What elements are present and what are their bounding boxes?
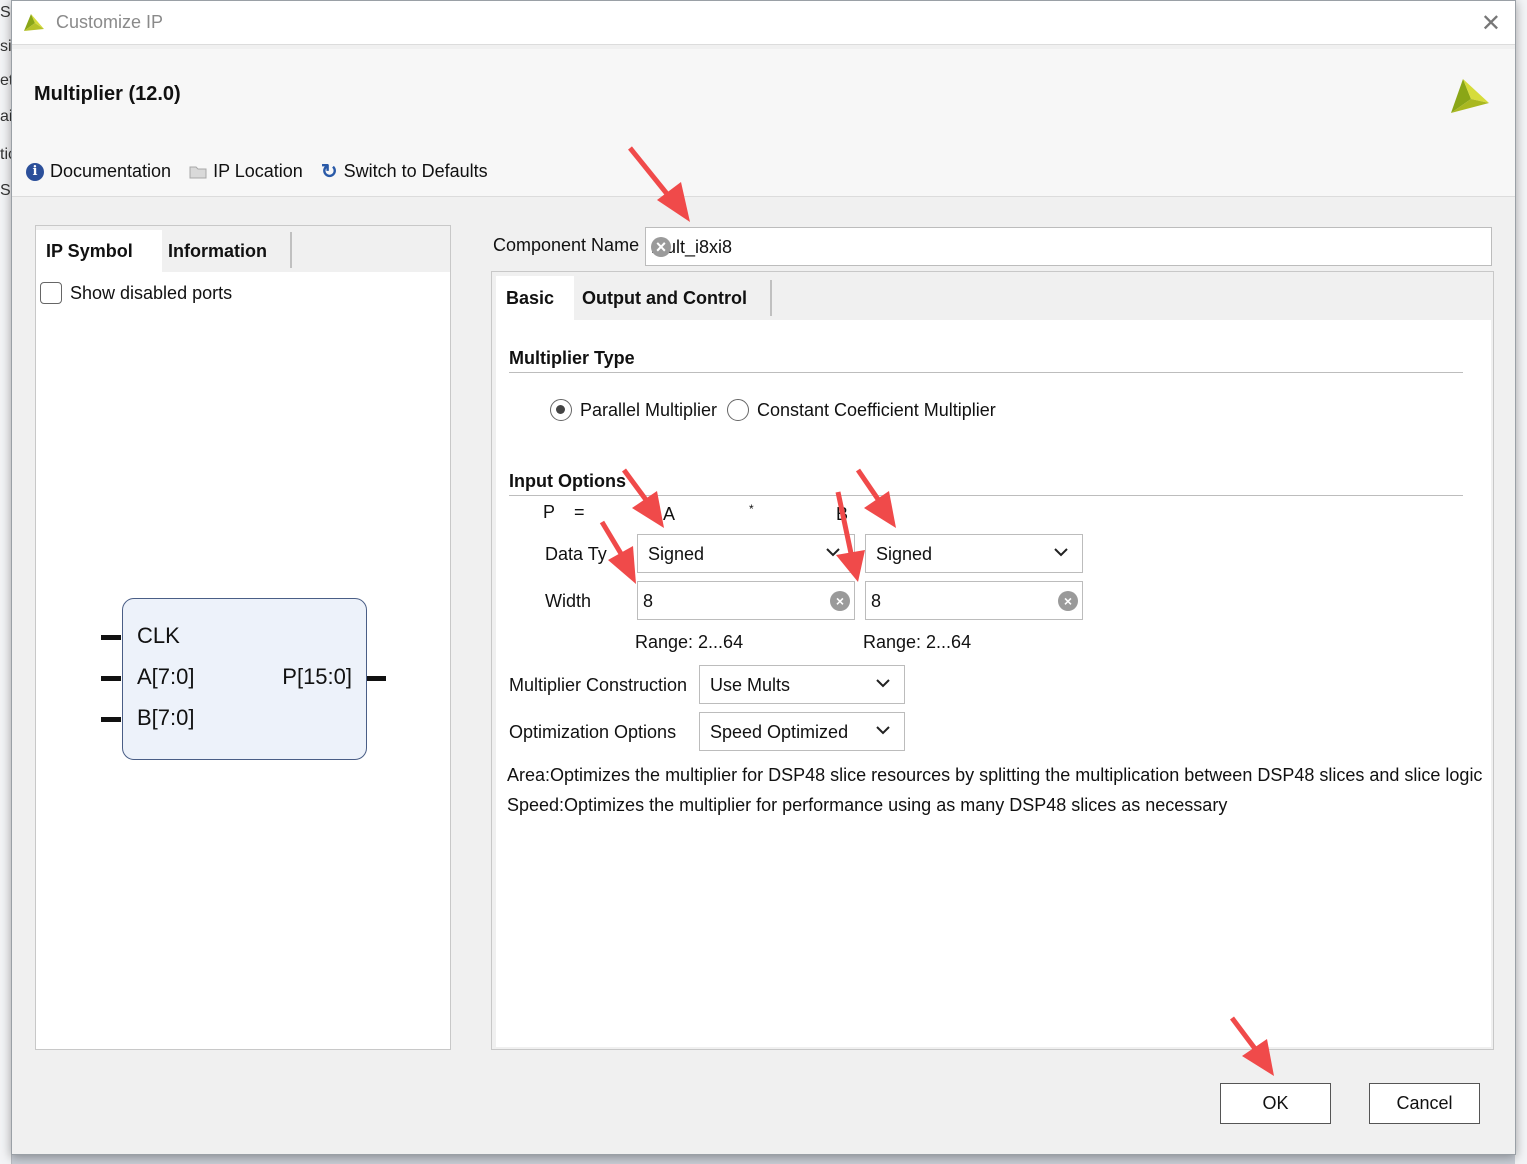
configuration-panel: Basic Output and Control Multiplier Type… [491,271,1494,1050]
b-width-input[interactable]: 8 × [865,581,1083,620]
multiplier-construction-value: Use Mults [710,675,791,695]
a-label: A [663,504,676,524]
port-b: B[7:0] [137,705,195,730]
a-range-label: Range: 2...64 [635,632,744,652]
parallel-multiplier-radio[interactable] [550,399,572,421]
p-label: P [543,502,556,522]
p-pin [366,676,386,681]
port-a: A[7:0] [137,664,195,689]
dialog-header: Multiplier (12.0) i Documentation IP Loc… [12,49,1515,197]
ip-location-label: IP Location [213,161,303,181]
info-icon: i [26,162,44,181]
optimization-options-label: Optimization Options [509,722,677,742]
a-pin [101,676,121,681]
header-toolbar: i Documentation IP Location ↻ Switch to … [26,159,488,184]
component-name-input[interactable]: mult_i8xi8 × [645,227,1492,266]
vivado-logo-icon [24,14,44,31]
show-disabled-ports-checkbox[interactable] [40,282,62,304]
tab-ip-symbol[interactable]: IP Symbol [36,230,162,272]
parallel-multiplier-label: Parallel Multiplier [580,399,718,420]
b-width-value: 8 [871,591,882,611]
title-bar: Customize IP ✕ [12,1,1515,45]
a-data-type-select[interactable]: Signed [637,534,855,573]
constant-coefficient-option[interactable]: Constant Coefficient Multiplier [727,399,996,421]
switch-to-defaults-button[interactable]: ↻ Switch to Defaults [321,159,488,184]
speed-note: Speed:Optimizes the multiplier for perfo… [507,795,1228,815]
tab-output-and-control[interactable]: Output and Control [572,276,768,320]
clear-icon[interactable]: × [1058,591,1078,611]
port-p: P[15:0] [282,664,352,689]
multiplier-construction-select[interactable]: Use Mults [699,665,905,704]
ip-symbol-panel: IP Symbol Information Show disabled port… [35,225,451,1050]
chevron-down-icon [826,548,840,557]
tab-divider [770,280,772,316]
section-divider [509,495,1463,496]
chevron-down-icon [1054,548,1068,557]
optimization-options-select[interactable]: Speed Optimized [699,712,905,751]
a-width-input[interactable]: 8 × [637,581,855,620]
switch-to-defaults-label: Switch to Defaults [343,161,488,181]
ip-heading: Multiplier (12.0) [34,83,181,105]
refresh-icon: ↻ [320,161,338,183]
basic-tab-content: Multiplier Type Parallel Multiplier Cons… [496,320,1491,1047]
constant-coefficient-radio[interactable] [727,399,749,421]
ip-location-button[interactable]: IP Location [189,161,303,182]
ok-button[interactable]: OK [1220,1083,1331,1124]
b-label: B [836,504,849,524]
width-label: Width [545,591,592,611]
b-data-type-select[interactable]: Signed [865,534,1083,573]
multiplier-construction-label: Multiplier Construction [509,675,688,695]
close-icon[interactable]: ✕ [1481,9,1501,38]
customize-ip-dialog: Customize IP ✕ Multiplier (12.0) i Docum… [11,0,1516,1155]
documentation-label: Documentation [50,161,172,181]
tab-basic[interactable]: Basic [496,276,574,320]
window-title: Customize IP [56,12,164,32]
section-divider [509,372,1463,373]
constant-coefficient-label: Constant Coefficient Multiplier [757,399,996,420]
clear-icon[interactable]: × [651,237,671,257]
b-pin [101,717,121,722]
cancel-button[interactable]: Cancel [1369,1083,1480,1124]
chevron-down-icon [876,679,890,688]
multiplier-type-title: Multiplier Type [509,348,635,368]
a-data-type-value: Signed [648,544,705,564]
documentation-button[interactable]: i Documentation [26,161,171,182]
clk-pin [101,635,121,640]
area-note: Area:Optimizes the multiplier for DSP48 … [507,765,1483,785]
times-label: * [749,502,754,516]
input-options-title: Input Options [509,471,626,491]
show-disabled-ports-row[interactable]: Show disabled ports [40,282,232,304]
b-range-label: Range: 2...64 [863,632,972,652]
tab-information[interactable]: Information [158,230,288,272]
parallel-multiplier-option[interactable]: Parallel Multiplier [550,399,717,421]
optimization-options-value: Speed Optimized [710,722,849,742]
tab-divider [290,232,292,268]
xilinx-brand-icon [1451,79,1489,113]
ip-symbol-block: CLK A[7:0] B[7:0] P[15:0] [122,598,367,760]
component-name-label: Component Name [493,235,640,255]
port-clk: CLK [137,623,180,648]
data-type-label: Data Ty [545,544,607,564]
clear-icon[interactable]: × [830,591,850,611]
show-disabled-ports-label: Show disabled ports [70,282,233,303]
a-width-value: 8 [643,591,654,611]
b-data-type-value: Signed [876,544,933,564]
folder-icon [189,166,207,178]
equals-label: = [574,502,585,522]
left-tabs: IP Symbol Information [36,226,450,272]
chevron-down-icon [876,726,890,735]
background-app-right [1515,0,1527,1164]
